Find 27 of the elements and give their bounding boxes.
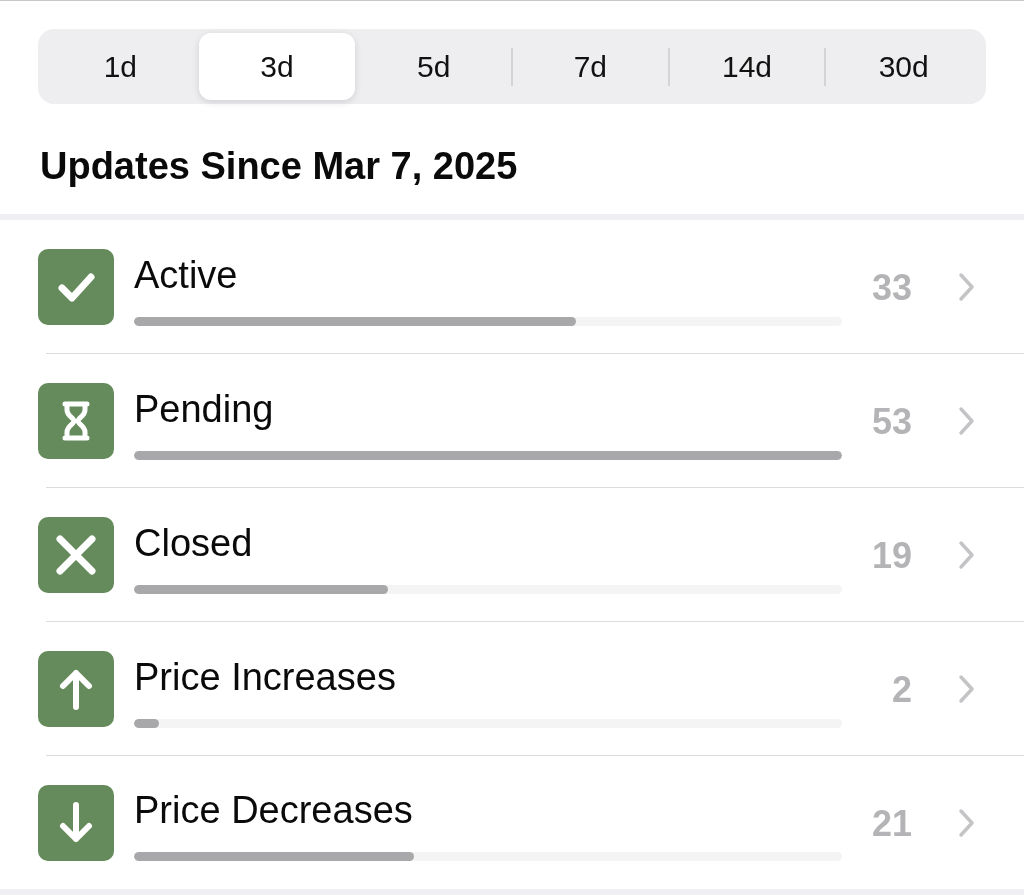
chevron-icon[interactable] <box>958 807 975 838</box>
chevron-icon[interactable] <box>958 674 975 704</box>
hourglass-icon <box>38 383 114 459</box>
arrow-down-icon <box>38 784 114 861</box>
count-value: 19 <box>871 535 912 577</box>
check-icon <box>38 249 114 325</box>
chevron-icon[interactable] <box>958 540 975 570</box>
range-segment[interactable]: 3d <box>198 33 356 100</box>
range-segment[interactable]: 7d <box>512 33 669 100</box>
x-mark-icon <box>38 517 114 593</box>
range-segment[interactable]: 30d <box>825 33 982 100</box>
status-label: Pending <box>134 386 274 431</box>
chevron-icon[interactable] <box>958 272 975 302</box>
status-label: Closed <box>134 520 253 565</box>
arrow-up-icon <box>38 651 114 727</box>
chevron-icon[interactable] <box>958 406 975 436</box>
status-label: Active <box>134 252 238 297</box>
count-value: 21 <box>871 802 912 845</box>
section-heading: Updates Since Mar 7, 2025 <box>40 144 518 188</box>
status-label: Price Increases <box>134 654 396 699</box>
range-segment[interactable]: 14d <box>668 33 826 100</box>
count-value: 53 <box>871 401 912 443</box>
count-value: 2 <box>891 669 912 711</box>
status-label: Price Decreases <box>134 788 413 832</box>
range-segment[interactable]: 5d <box>355 33 512 100</box>
count-value: 33 <box>871 267 912 309</box>
range-segment[interactable]: 1d <box>42 33 199 100</box>
